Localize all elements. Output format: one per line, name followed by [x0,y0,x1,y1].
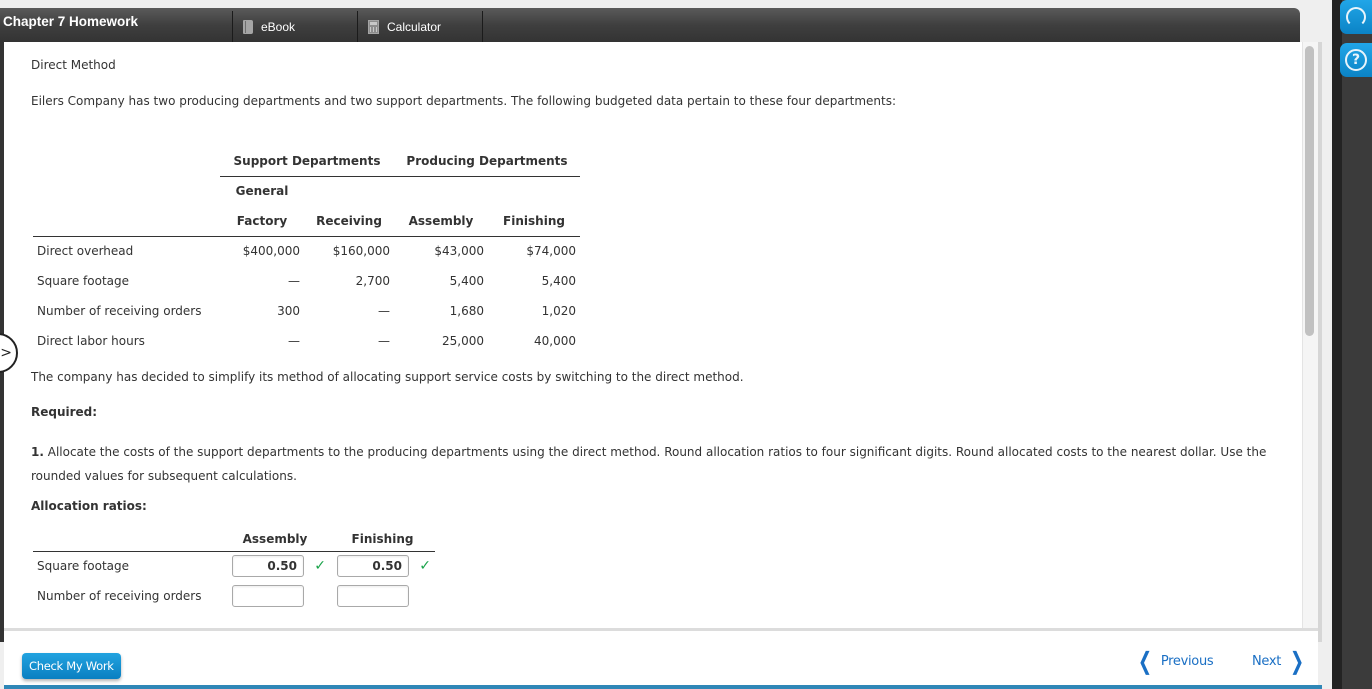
check-my-work-button[interactable]: Check My Work [22,653,121,679]
column-header: Assembly [220,527,330,552]
chevron-right-icon: > [0,345,12,361]
cell-value: 5,400 [541,274,576,288]
instruction-body: Allocate the costs of the support depart… [31,445,1267,483]
question-content: Direct Method Eilers Company has two pro… [4,42,1302,628]
instruction-number: 1. [31,445,44,459]
next-button[interactable]: Next ❯ [1252,649,1307,673]
support-button[interactable] [1340,0,1372,34]
chevron-left-icon: ❮ [1137,647,1152,675]
cell-value: $43,000 [434,244,484,259]
row-label: Square footage [37,559,130,574]
help-button[interactable]: ? [1340,43,1372,77]
receiving-orders-finishing-input[interactable] [337,585,409,607]
column-header: Finishing [503,213,565,228]
scrollbar-thumb[interactable] [1305,46,1314,336]
cell-value: 2,700 [355,274,390,288]
general-header: General [235,184,289,199]
row-label: Direct overhead [37,244,134,259]
previous-button[interactable]: ❮ Previous [1135,647,1214,675]
allocation-row: Square footage ✓ ✓ [33,551,435,581]
intro-text: Eilers Company has two producing departm… [31,94,896,108]
cell-value: $400,000 [242,244,300,259]
tab-ebook[interactable]: eBook [232,11,357,42]
cell-value: 1,680 [449,304,484,318]
check-icon: ✓ [419,558,431,575]
tab-divider [482,11,493,42]
next-label: Next [1252,653,1282,669]
square-footage-assembly-input[interactable] [232,555,304,578]
allocation-table: Assembly Finishing Square footage ✓ ✓ Nu… [33,527,435,611]
previous-label: Previous [1160,653,1214,669]
allocation-row: Number of receiving orders [33,581,435,611]
method-note: The company has decided to simplify its … [31,370,744,384]
assignment-header: Chapter 7 Homework eBook Calculator [0,8,1300,42]
column-header: Finishing [330,527,435,552]
tab-ebook-label: eBook [261,19,296,34]
column-header: Receiving [316,213,382,228]
cell-value: 25,000 [442,334,484,348]
required-label: Required: [31,405,98,419]
sub-header-top-row: General [33,176,580,206]
support-departments-header: Support Departments [220,146,394,177]
assignment-title: Chapter 7 Homework [3,14,139,29]
footer-accent-line [4,685,1322,689]
cell-value: $160,000 [332,244,390,259]
cell-value: — [378,304,390,318]
check-icon: ✓ [314,558,326,575]
book-icon [243,19,253,34]
row-label: Direct labor hours [37,334,145,348]
allocation-header-row: Assembly Finishing [33,527,435,552]
cell-value: — [378,334,390,348]
table-row: Number of receiving orders 300 — 1,680 1… [33,296,580,326]
square-footage-finishing-input[interactable] [337,555,409,578]
cell-value: — [288,334,300,348]
row-label: Number of receiving orders [37,304,202,318]
help-icon: ? [1345,49,1367,71]
cell-value: 300 [277,304,300,318]
tab-calculator-label: Calculator [387,19,442,34]
cell-value: 5,400 [449,274,484,288]
cell-value: 1,020 [541,304,576,318]
table-row: Square footage — 2,700 5,400 5,400 [33,266,580,296]
section-title: Direct Method [31,58,116,72]
headset-icon [1346,7,1366,27]
budget-table: Support Departments Producing Department… [33,146,580,356]
cell-value: $74,000 [526,244,576,259]
group-header-row: Support Departments Producing Department… [33,146,580,177]
table-row: Direct overhead $400,000 $160,000 $43,00… [33,236,580,266]
column-header: Assembly [408,213,474,228]
rail-gap [1322,0,1332,689]
app-window: Chapter 7 Homework eBook Calculator Dire… [0,0,1372,689]
right-rail [1332,0,1372,689]
column-header: Factory [236,213,288,228]
chevron-right-icon: ❯ [1290,647,1304,675]
column-header-row: Factory Receiving Assembly Finishing [33,206,580,236]
tab-calculator[interactable]: Calculator [357,11,482,42]
row-label: Square footage [37,274,130,288]
table-row: Direct labor hours — — 25,000 40,000 [33,326,580,356]
allocation-ratios-title: Allocation ratios: [31,499,147,513]
row-label: Number of receiving orders [37,589,202,603]
receiving-orders-assembly-input[interactable] [232,585,304,607]
instruction-text: 1. Allocate the costs of the support dep… [31,440,1281,488]
cell-value: 40,000 [534,334,576,348]
cell-value: — [288,274,300,288]
producing-departments-header: Producing Departments [394,146,580,177]
calculator-icon [368,19,379,34]
footer-bar: Check My Work ❮ Previous Next ❯ [4,628,1318,689]
